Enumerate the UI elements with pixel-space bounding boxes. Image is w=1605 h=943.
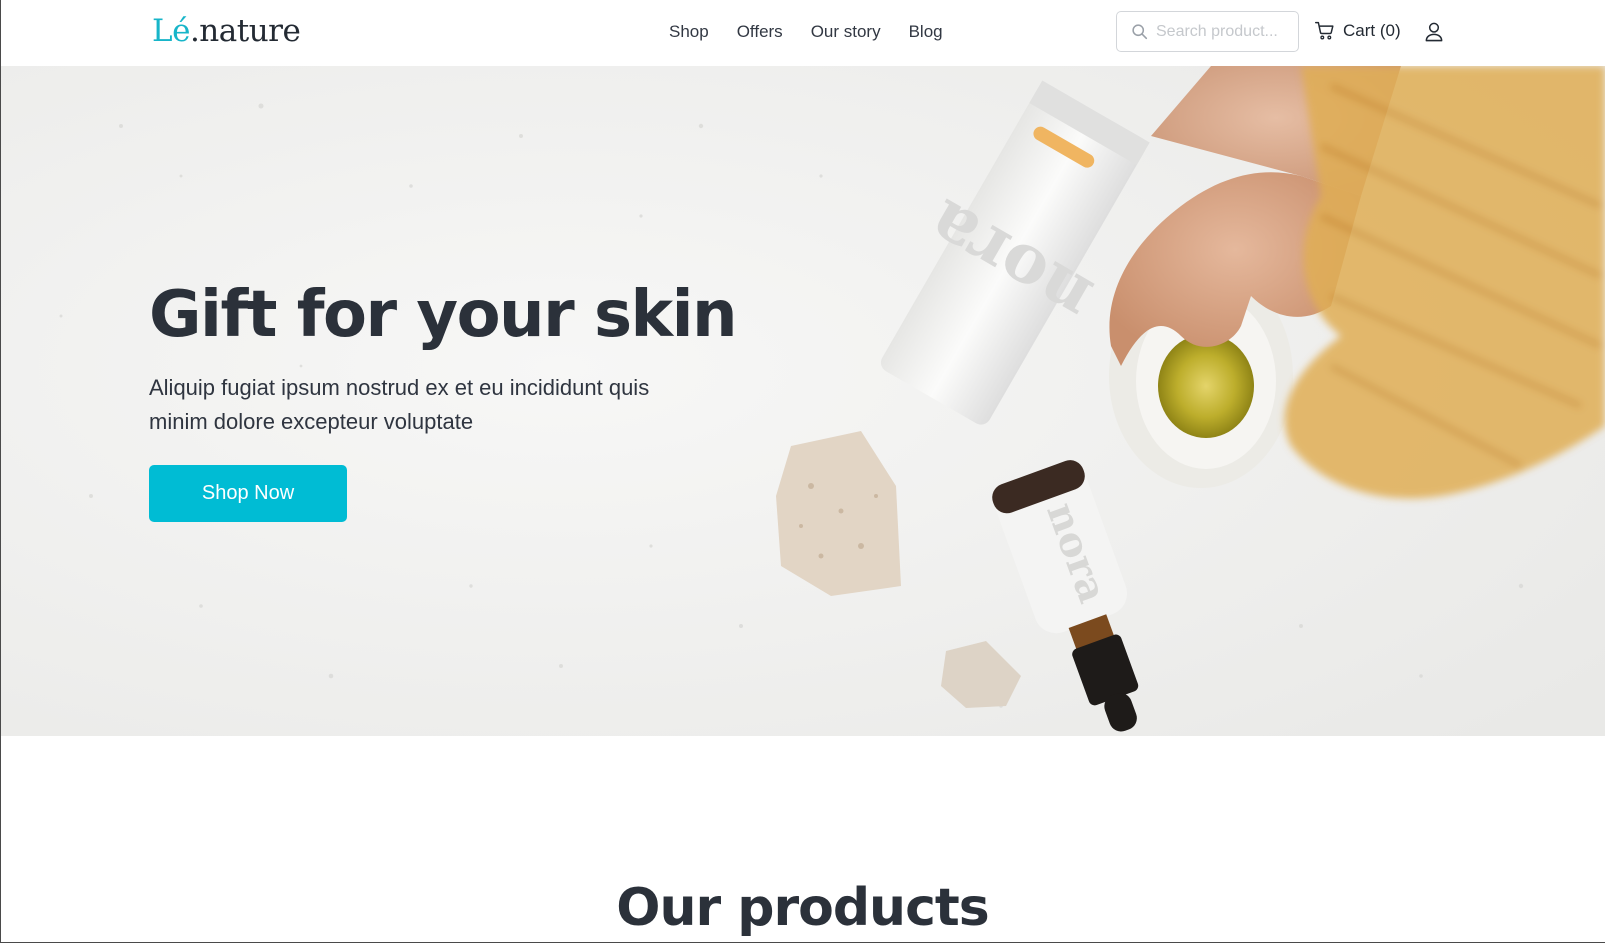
hero-subtitle: Aliquip fugiat ipsum nostrud ex et eu in…	[149, 375, 650, 434]
nav-shop[interactable]: Shop	[669, 22, 709, 42]
user-icon[interactable]	[1424, 21, 1444, 42]
logo-suffix: .nature	[189, 13, 301, 49]
nav-offers[interactable]: Offers	[737, 22, 783, 42]
shop-now-button[interactable]: Shop Now	[149, 465, 347, 522]
search-box[interactable]	[1116, 11, 1299, 52]
search-icon	[1132, 24, 1148, 40]
search-input[interactable]	[1156, 22, 1296, 41]
site-header: Lé.nature Shop Offers Our story Blog Car…	[0, 0, 1605, 66]
hero-title: Gift for your skin	[149, 278, 738, 352]
nav-our-story[interactable]: Our story	[811, 22, 881, 42]
cart-icon	[1315, 21, 1334, 40]
products-heading: Our products	[616, 878, 989, 938]
hero-banner: nora nora Gift for your skin Aliquip fug…	[1, 66, 1605, 736]
nav-blog[interactable]: Blog	[909, 22, 943, 42]
cart-label: Cart (0)	[1343, 20, 1401, 40]
logo-prefix: Lé	[152, 13, 190, 49]
brand-logo[interactable]: Lé.nature	[152, 13, 301, 49]
cart-button[interactable]: Cart (0)	[1314, 20, 1401, 41]
main-nav: Shop Offers Our story Blog	[669, 22, 971, 42]
